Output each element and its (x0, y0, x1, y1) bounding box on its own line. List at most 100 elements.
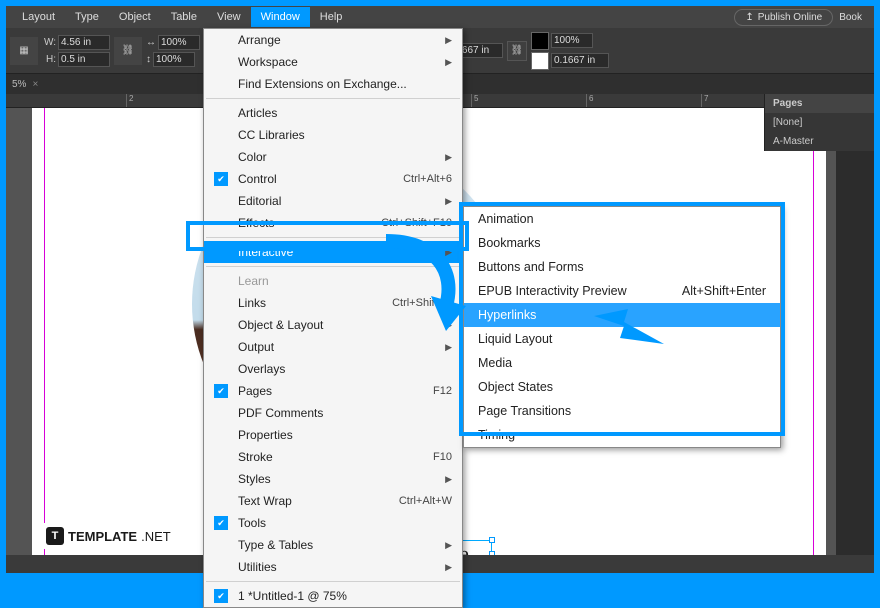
brand-name: TEMPLATE (68, 529, 137, 544)
zoom-level[interactable]: 5% (12, 79, 26, 90)
scale-x-input[interactable] (158, 35, 200, 50)
menu-item-control[interactable]: ✔ Control Ctrl+Alt+6 (204, 168, 462, 190)
menu-item-type-tables[interactable]: Type & Tables ▶ (204, 534, 462, 556)
app-frame: Layout Type Object Table View Window Hel… (6, 6, 874, 573)
menu-item-label: Stroke (238, 450, 273, 464)
menu-item-color[interactable]: Color ▶ (204, 146, 462, 168)
submenu-arrow-icon: ▶ (445, 152, 452, 163)
swatch-white[interactable] (531, 52, 549, 70)
shortcut-label: F10 (433, 451, 452, 463)
menu-item-find-extensions-on-exchange-[interactable]: Find Extensions on Exchange... (204, 73, 462, 95)
menu-item-cc-libraries[interactable]: CC Libraries (204, 124, 462, 146)
submenu-item-epub-interactivity-preview[interactable]: EPUB Interactivity PreviewAlt+Shift+Ente… (464, 279, 780, 303)
menu-item-label: Color (238, 150, 267, 164)
scale-x-icon: ↔ (146, 37, 156, 48)
submenu-item-animation[interactable]: Animation (464, 207, 780, 231)
check-icon: ✔ (214, 589, 228, 603)
margin-guide-right (813, 108, 814, 573)
menu-item-label: Control (238, 172, 277, 186)
height-input[interactable] (58, 52, 110, 67)
submenu-item-page-transitions[interactable]: Page Transitions (464, 399, 780, 423)
menu-item-label: Overlays (238, 362, 285, 376)
submenu-item-timing[interactable]: Timing (464, 423, 780, 447)
menu-item-properties[interactable]: Properties (204, 424, 462, 446)
submenu-item-label: Liquid Layout (478, 332, 552, 346)
menu-item-label: Tools (238, 516, 266, 530)
constrain-icon[interactable]: ⛓ (114, 37, 142, 65)
menu-item-overlays[interactable]: Overlays (204, 358, 462, 380)
submenu-item-buttons-and-forms[interactable]: Buttons and Forms (464, 255, 780, 279)
opacity-input[interactable] (551, 33, 593, 48)
menu-item-articles[interactable]: Articles (204, 102, 462, 124)
submenu-item-media[interactable]: Media (464, 351, 780, 375)
submenu-item-object-states[interactable]: Object States (464, 375, 780, 399)
menu-item-label: Properties (238, 428, 293, 442)
reference-point-icon[interactable]: ▦ (10, 37, 38, 65)
submenu-item-label: Object States (478, 380, 553, 394)
w-label: W: (42, 37, 56, 48)
pages-panel[interactable]: Pages [None] A-Master (764, 94, 874, 151)
menu-item-utilities[interactable]: Utilities▶ (204, 556, 462, 578)
check-icon: ✔ (214, 516, 228, 530)
scale-y-icon: ↕ (146, 54, 151, 65)
pages-panel-row[interactable]: [None] (765, 113, 874, 132)
menu-item-stroke[interactable]: Stroke F10 (204, 446, 462, 468)
menu-layout[interactable]: Layout (12, 7, 65, 27)
menu-item-label: Utilities (238, 560, 277, 574)
scale-y-input[interactable] (153, 52, 195, 67)
menu-item-label: Pages (238, 384, 272, 398)
submenu-item-label: Timing (478, 428, 515, 442)
pages-panel-row[interactable]: A-Master (765, 132, 874, 151)
submenu-item-label: Bookmarks (478, 236, 541, 250)
menu-item-label: Articles (238, 106, 277, 120)
pages-panel-title[interactable]: Pages (765, 94, 874, 113)
annotation-arrow-icon (376, 231, 486, 331)
submenu-item-label: Page Transitions (478, 404, 571, 418)
menu-item-tools[interactable]: ✔ Tools (204, 512, 462, 534)
close-tab-icon[interactable]: × (32, 79, 38, 90)
shortcut-label: Ctrl+Alt+6 (403, 173, 452, 185)
submenu-arrow-icon: ▶ (445, 342, 452, 353)
menu-table[interactable]: Table (161, 7, 207, 27)
swatch-black[interactable] (531, 32, 549, 50)
menu-item-output[interactable]: Output▶ (204, 336, 462, 358)
menu-item-label: Type & Tables (238, 538, 313, 552)
workspace-book[interactable]: Book (833, 12, 868, 23)
corner-radius-input-2[interactable] (551, 53, 609, 68)
menu-item-styles[interactable]: Styles▶ (204, 468, 462, 490)
ruler-tick: 2 (126, 94, 133, 107)
menu-item-label: Editorial (238, 194, 281, 208)
submenu-arrow-icon: ▶ (445, 57, 452, 68)
check-icon: ✔ (214, 172, 228, 186)
shortcut-label: F12 (433, 385, 452, 397)
menu-view[interactable]: View (207, 7, 251, 27)
menu-type[interactable]: Type (65, 7, 109, 27)
annotation-pointer-icon (594, 304, 674, 354)
menu-item-pdf-comments[interactable]: PDF Comments (204, 402, 462, 424)
menu-object[interactable]: Object (109, 7, 161, 27)
menu-item-editorial[interactable]: Editorial▶ (204, 190, 462, 212)
menu-window[interactable]: Window (251, 7, 310, 27)
submenu-item-bookmarks[interactable]: Bookmarks (464, 231, 780, 255)
submenu-arrow-icon: ▶ (445, 540, 452, 551)
publish-online-button[interactable]: ↥ Publish Online (734, 9, 833, 26)
menu-item-label: PDF Comments (238, 406, 323, 420)
menu-item-label: Arrange (238, 33, 281, 47)
menu-item-workspace[interactable]: Workspace▶ (204, 51, 462, 73)
check-icon: ✔ (214, 384, 228, 398)
brand-badge: T TEMPLATE.NET (38, 523, 179, 549)
handle-icon[interactable] (489, 537, 495, 543)
menu-item-pages[interactable]: ✔ Pages F12 (204, 380, 462, 402)
menu-item-1-untitled-1-75-[interactable]: ✔1 *Untitled-1 @ 75% (204, 585, 462, 607)
shortcut-label: Alt+Shift+Enter (682, 284, 766, 298)
corner-link-icon[interactable]: ⛓ (507, 41, 527, 61)
menu-item-arrange[interactable]: Arrange▶ (204, 29, 462, 51)
menu-item-label: Object & Layout (238, 318, 323, 332)
submenu-item-label: Media (478, 356, 512, 370)
width-input[interactable] (58, 35, 110, 50)
menu-help[interactable]: Help (310, 7, 353, 27)
menu-item-text-wrap[interactable]: Text WrapCtrl+Alt+W (204, 490, 462, 512)
shortcut-label: Ctrl+Alt+W (399, 495, 452, 507)
submenu-item-label: Animation (478, 212, 534, 226)
ruler-tick: 5 (471, 94, 478, 107)
